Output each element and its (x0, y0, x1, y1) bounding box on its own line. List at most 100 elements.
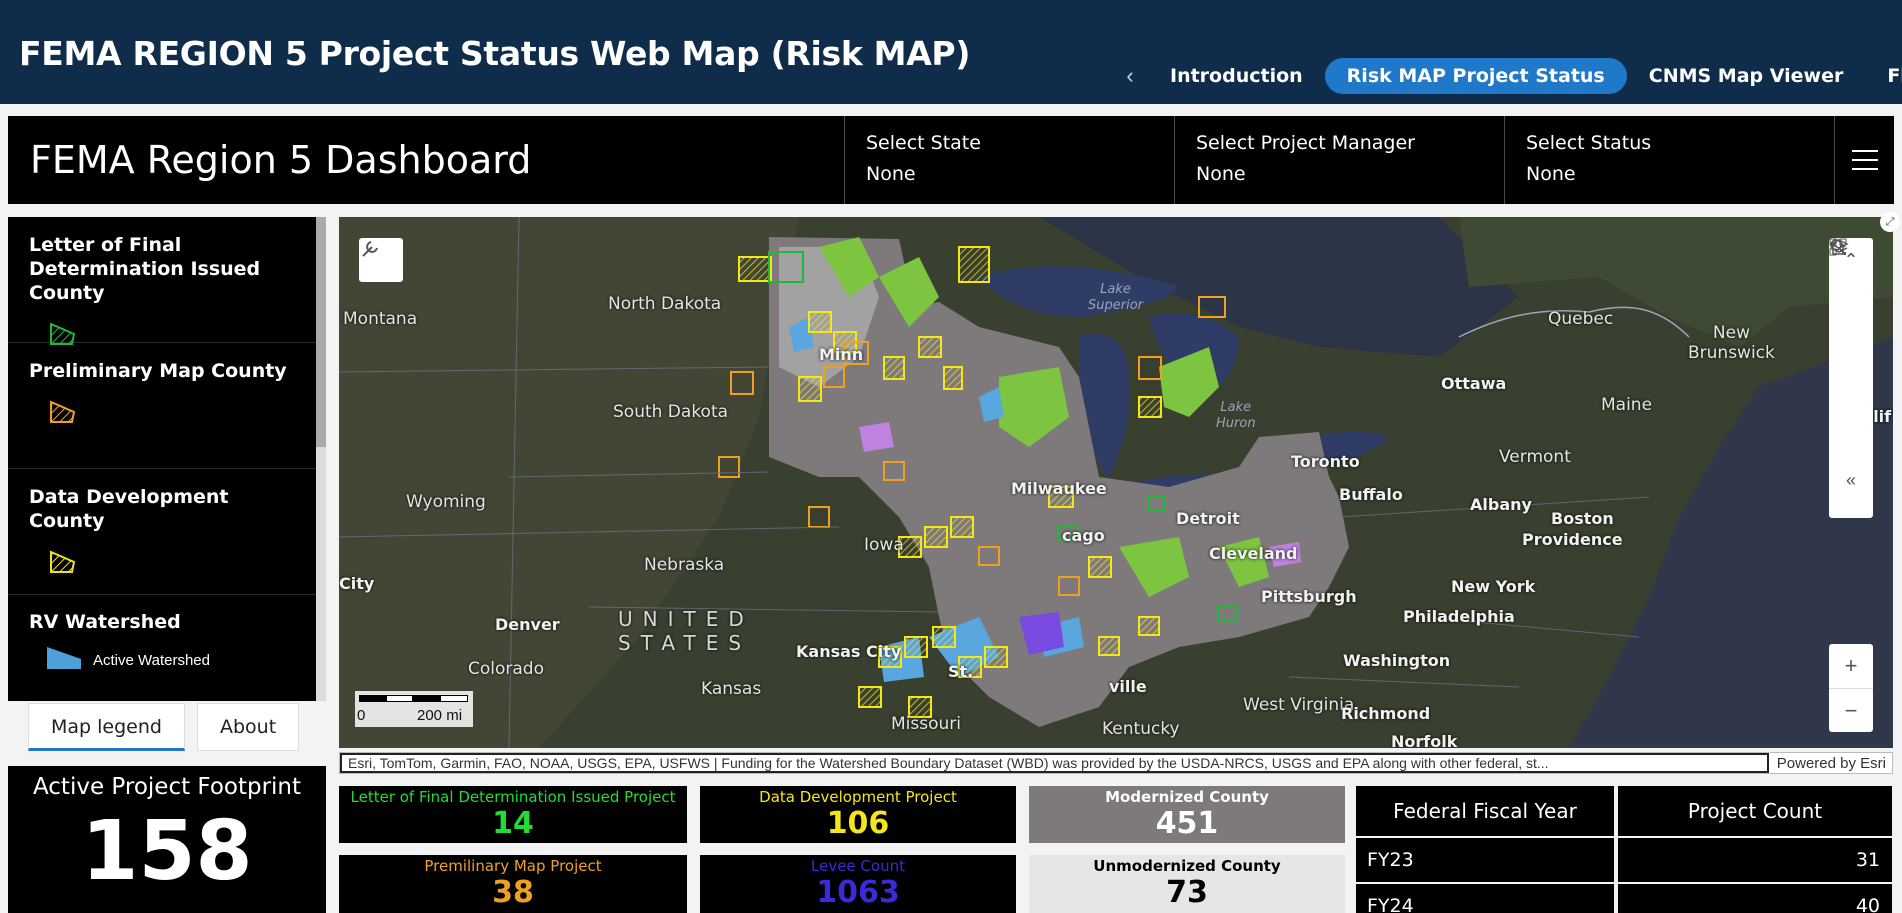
table-row[interactable]: FY24 40 (1356, 882, 1894, 913)
table-cell-count: 40 (1618, 884, 1892, 913)
data-development-project-card: Data Development Project 106 (700, 786, 1016, 843)
map-label-norfolk: Norfolk (1391, 732, 1458, 748)
map-label-denver: Denver (495, 615, 560, 634)
map-tools-button[interactable] (359, 238, 403, 282)
map-label-boston: Boston (1551, 509, 1614, 528)
map-label-north-dakota: North Dakota (608, 294, 722, 314)
select-state-dropdown[interactable]: Select State None (844, 116, 1174, 204)
tab-flo[interactable]: Flo (1865, 58, 1902, 94)
hatched-polygon-icon (50, 322, 76, 345)
zoom-controls: + − (1829, 644, 1873, 732)
card-value: 106 (826, 806, 890, 841)
map-label-minneapolis: Minn (819, 345, 864, 364)
levee-count-card: Levee Count 1063 (700, 855, 1016, 913)
tab-about[interactable]: About (196, 703, 300, 751)
unmodernized-county-card: Unmodernized County 73 (1029, 855, 1345, 913)
legend-item-label: Data Development County (29, 486, 229, 532)
app-title: FEMA REGION 5 Project Status Web Map (Ri… (19, 34, 971, 73)
legend-sub-label: Active Watershed (93, 652, 210, 669)
scale-segment (386, 695, 413, 702)
tab-introduction[interactable]: Introduction (1148, 58, 1325, 94)
map-label-pittsburgh: Pittsburgh (1261, 587, 1357, 606)
hamburger-menu-button[interactable] (1834, 116, 1894, 204)
tab-risk-map-project-status[interactable]: Risk MAP Project Status (1324, 58, 1627, 94)
map-view[interactable]: Montana North Dakota South Dakota Wyomin… (339, 217, 1893, 748)
select-project-manager-dropdown[interactable]: Select Project Manager None (1174, 116, 1504, 204)
collapse-left-icon[interactable]: « (1829, 458, 1873, 502)
tab-cnms-map-viewer[interactable]: CNMS Map Viewer (1627, 58, 1866, 94)
active-project-footprint-card: Active Project Footprint 158 (8, 766, 326, 913)
map-label-west-virginia: West Virginia (1243, 695, 1355, 715)
map-label-philadelphia: Philadelphia (1403, 607, 1515, 626)
card-label: Levee Count (811, 857, 905, 875)
map-label-maine: Maine (1601, 395, 1653, 415)
column-header-project-count[interactable]: Project Count (1618, 786, 1892, 836)
card-label: Unmodernized County (1093, 857, 1281, 875)
legend-item-lfd: Letter of Final Determination Issued Cou… (8, 217, 316, 345)
watershed-swatch-icon (47, 647, 81, 669)
map-label-lake-huron: Lake Huron (1216, 400, 1256, 431)
map-label-washington: Washington (1343, 651, 1451, 670)
card-label: Modernized County (1105, 788, 1269, 806)
legend-item-rv-watershed: RV Watershed Active Watershed (8, 595, 326, 669)
nav-prev-icon[interactable]: ‹ (1112, 63, 1148, 89)
legend-item-label: Letter of Final Determination Issued Cou… (29, 234, 261, 304)
select-status-dropdown[interactable]: Select Status None (1504, 116, 1834, 204)
scale-segment (359, 695, 386, 702)
map-label-kansas: Kansas (701, 679, 762, 699)
scale-end-label: 200 mi (417, 707, 463, 724)
zoom-out-button[interactable]: − (1829, 688, 1873, 732)
card-label: Premilinary Map Project (424, 857, 602, 875)
map-label-richmond: Richmond (1341, 704, 1431, 723)
lfd-project-card: Letter of Final Determination Issued Pro… (339, 786, 687, 843)
card-value: 38 (492, 875, 534, 910)
attribution-text[interactable]: Esri, TomTom, Garmin, FAO, NOAA, USGS, E… (340, 753, 1769, 773)
select-project-manager-value: None (1196, 163, 1246, 185)
map-label-kansas-city: Kansas City (796, 642, 902, 661)
map-label-city: City (339, 574, 375, 593)
legend-item-data-development: Data Development County (8, 469, 316, 595)
card-value: 14 (492, 806, 534, 841)
card-value: 73 (1166, 875, 1208, 910)
map-label-vermont: Vermont (1499, 447, 1571, 467)
map-label-lake-superior: Lake Superior (1088, 282, 1143, 313)
page-nav: ‹ Introduction Risk MAP Project Status C… (1112, 58, 1902, 94)
table-cell-year: FY23 (1356, 838, 1614, 882)
qr-code-icon[interactable] (1829, 238, 1873, 458)
map-label-albany: Albany (1470, 495, 1532, 514)
card-value: 451 (1155, 806, 1219, 841)
preliminary-map-project-card: Premilinary Map Project 38 (339, 855, 687, 913)
map-label-iowa: Iowa (864, 535, 904, 555)
map-label-detroit: Detroit (1176, 509, 1240, 528)
map-label-louisville: ville (1109, 677, 1147, 696)
tab-map-legend[interactable]: Map legend (28, 703, 185, 751)
map-label-wyoming: Wyoming (406, 492, 486, 512)
legend-scrollbar-thumb[interactable] (316, 217, 326, 447)
map-label-st-louis: St. (948, 662, 974, 681)
select-status-value: None (1526, 163, 1576, 185)
scale-segment (413, 695, 440, 702)
powered-by-esri[interactable]: Powered by Esri (1769, 755, 1892, 772)
select-state-label: Select State (866, 132, 981, 154)
map-attribution: Esri, TomTom, Garmin, FAO, NOAA, USGS, E… (339, 752, 1893, 774)
map-toolbar: ⌃ « (1829, 238, 1873, 518)
column-header-fiscal-year[interactable]: Federal Fiscal Year (1356, 786, 1614, 836)
table-cell-year: FY24 (1356, 884, 1614, 913)
scale-segment (440, 695, 468, 702)
footprint-value: 158 (81, 804, 253, 899)
map-label-missouri: Missouri (891, 714, 961, 734)
layers-icon[interactable] (1829, 239, 1873, 414)
zoom-in-button[interactable]: + (1829, 644, 1873, 688)
map-label-providence: Providence (1522, 530, 1623, 549)
map-label-new-brunswick: New Brunswick (1688, 323, 1775, 363)
map-label-kentucky: Kentucky (1102, 719, 1180, 739)
table-row[interactable]: FY23 31 (1356, 836, 1894, 882)
fullscreen-icon[interactable]: ⤢ (1880, 212, 1900, 232)
map-label-colorado: Colorado (468, 659, 544, 679)
map-label-buffalo: Buffalo (1339, 485, 1403, 504)
search-icon[interactable] (1829, 239, 1873, 326)
dashboard-header: FEMA Region 5 Dashboard Select State Non… (8, 116, 1894, 204)
hatched-polygon-icon (50, 400, 76, 423)
home-icon[interactable] (1829, 238, 1873, 370)
legend-scrollbar[interactable] (316, 217, 326, 701)
